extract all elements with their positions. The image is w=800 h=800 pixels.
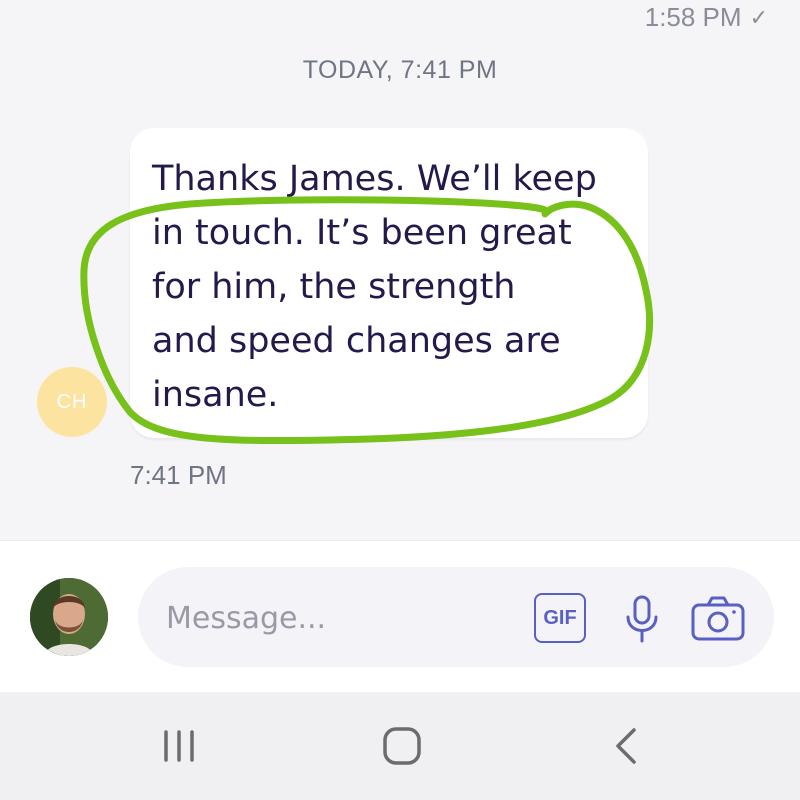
home-icon[interactable] xyxy=(372,726,432,766)
conversation-view: 1:58 PM ✓ TODAY, 7:41 PM CH Thanks James… xyxy=(0,0,800,540)
message-bubble[interactable]: Thanks James. We’ll keep in touch. It’s … xyxy=(130,128,648,438)
sender-initials: CH xyxy=(56,390,88,413)
user-avatar[interactable] xyxy=(30,578,108,656)
day-separator: TODAY, 7:41 PM xyxy=(302,56,498,84)
system-navigation-bar xyxy=(0,692,800,800)
back-icon[interactable] xyxy=(596,726,656,766)
gif-label: GIF xyxy=(543,606,577,629)
message-input[interactable] xyxy=(164,589,498,647)
previous-message-time: 1:58 PM xyxy=(644,2,742,32)
microphone-icon[interactable] xyxy=(622,593,662,645)
camera-icon[interactable] xyxy=(690,593,746,643)
sender-avatar[interactable]: CH xyxy=(37,367,107,437)
message-time: 7:41 PM xyxy=(130,460,227,490)
message-composer: GIF xyxy=(0,540,800,693)
previous-message-meta: 1:58 PM ✓ xyxy=(645,2,768,33)
gif-button[interactable]: GIF xyxy=(534,593,586,643)
recents-icon[interactable] xyxy=(150,726,210,766)
message-text: Thanks James. We’ll keep in touch. It’s … xyxy=(152,159,597,415)
message-field: GIF xyxy=(138,567,774,667)
check-icon: ✓ xyxy=(749,4,768,30)
